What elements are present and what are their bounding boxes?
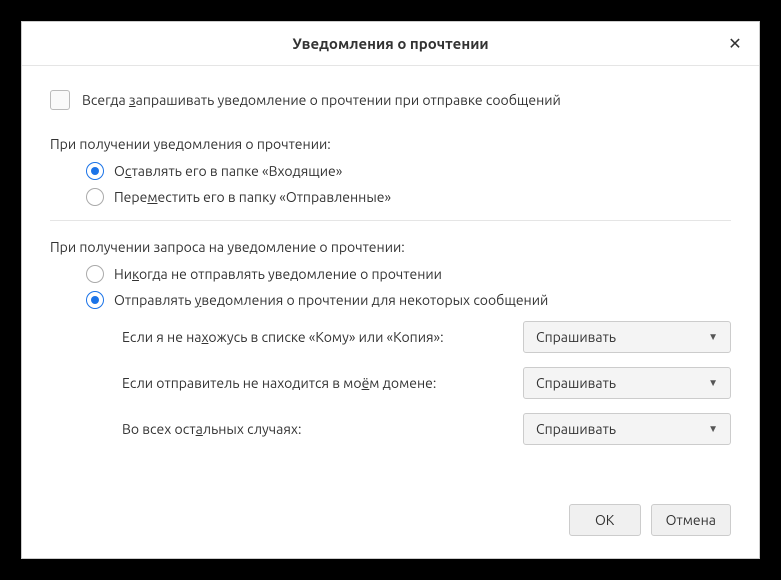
radio-send-some[interactable] (86, 291, 104, 309)
sub-label-not-in-to-cc: Если я не нахожусь в списке «Кому» или «… (122, 329, 509, 345)
radio-row-send-some: Отправлять уведомления о прочтении для н… (86, 291, 731, 309)
radio-group-request: Никогда не отправлять уведомление о проч… (50, 265, 731, 309)
dropdown-value: Спрашивать (536, 329, 616, 345)
sub-label-all-other: Во всех остальных случаях: (122, 421, 509, 437)
always-request-checkbox[interactable] (50, 90, 70, 110)
sub-row-not-in-to-cc: Если я не нахожусь в списке «Кому» или «… (122, 321, 731, 353)
titlebar: Уведомления о прочтении ✕ (22, 22, 759, 66)
dropdown-not-my-domain[interactable]: Спрашивать ▼ (523, 367, 731, 399)
close-button[interactable]: ✕ (723, 32, 747, 56)
radio-row-never-send: Никогда не отправлять уведомление о проч… (86, 265, 731, 283)
always-request-label[interactable]: Всегда запрашивать уведомление о прочтен… (82, 92, 561, 108)
dropdown-value: Спрашивать (536, 375, 616, 391)
close-icon: ✕ (728, 34, 741, 53)
radio-row-move-sent: Переместить его в папку «Отправленные» (86, 188, 731, 206)
sub-row-all-other: Во всех остальных случаях: Спрашивать ▼ (122, 413, 731, 445)
radio-move-sent-label[interactable]: Переместить его в папку «Отправленные» (114, 189, 391, 205)
radio-send-some-label[interactable]: Отправлять уведомления о прочтении для н… (114, 292, 548, 308)
content-area: Всегда запрашивать уведомление о прочтен… (22, 66, 759, 488)
radio-row-leave-inbox: Оставлять его в папке «Входящие» (86, 162, 731, 180)
radio-move-sent[interactable] (86, 188, 104, 206)
cancel-button[interactable]: Отмена (651, 504, 731, 536)
sub-row-not-my-domain: Если отправитель не находится в моём дом… (122, 367, 731, 399)
ok-button[interactable]: OK (569, 504, 641, 536)
dropdown-value: Спрашивать (536, 421, 616, 437)
dropdown-all-other[interactable]: Спрашивать ▼ (523, 413, 731, 445)
radio-never-send-label[interactable]: Никогда не отправлять уведомление о проч… (114, 266, 442, 282)
always-request-row: Всегда запрашивать уведомление о прочтен… (50, 90, 731, 110)
section-request-receipt-label: При получении запроса на уведомление о п… (50, 239, 731, 255)
footer: OK Отмена (22, 488, 759, 558)
dialog-title: Уведомления о прочтении (292, 35, 488, 52)
sub-label-not-my-domain: Если отправитель не находится в моём дом… (122, 375, 509, 391)
dropdown-not-in-to-cc[interactable]: Спрашивать ▼ (523, 321, 731, 353)
chevron-down-icon: ▼ (708, 423, 718, 435)
divider (50, 220, 731, 221)
chevron-down-icon: ▼ (708, 331, 718, 343)
radio-leave-inbox-label[interactable]: Оставлять его в папке «Входящие» (114, 163, 342, 179)
radio-leave-inbox[interactable] (86, 162, 104, 180)
radio-never-send[interactable] (86, 265, 104, 283)
dialog: Уведомления о прочтении ✕ Всегда запраши… (21, 21, 760, 559)
section-receiving-receipt-label: При получении уведомления о прочтении: (50, 136, 731, 152)
chevron-down-icon: ▼ (708, 377, 718, 389)
sub-options: Если я не нахожусь в списке «Кому» или «… (50, 321, 731, 445)
radio-group-receiving: Оставлять его в папке «Входящие» Перемес… (50, 162, 731, 206)
